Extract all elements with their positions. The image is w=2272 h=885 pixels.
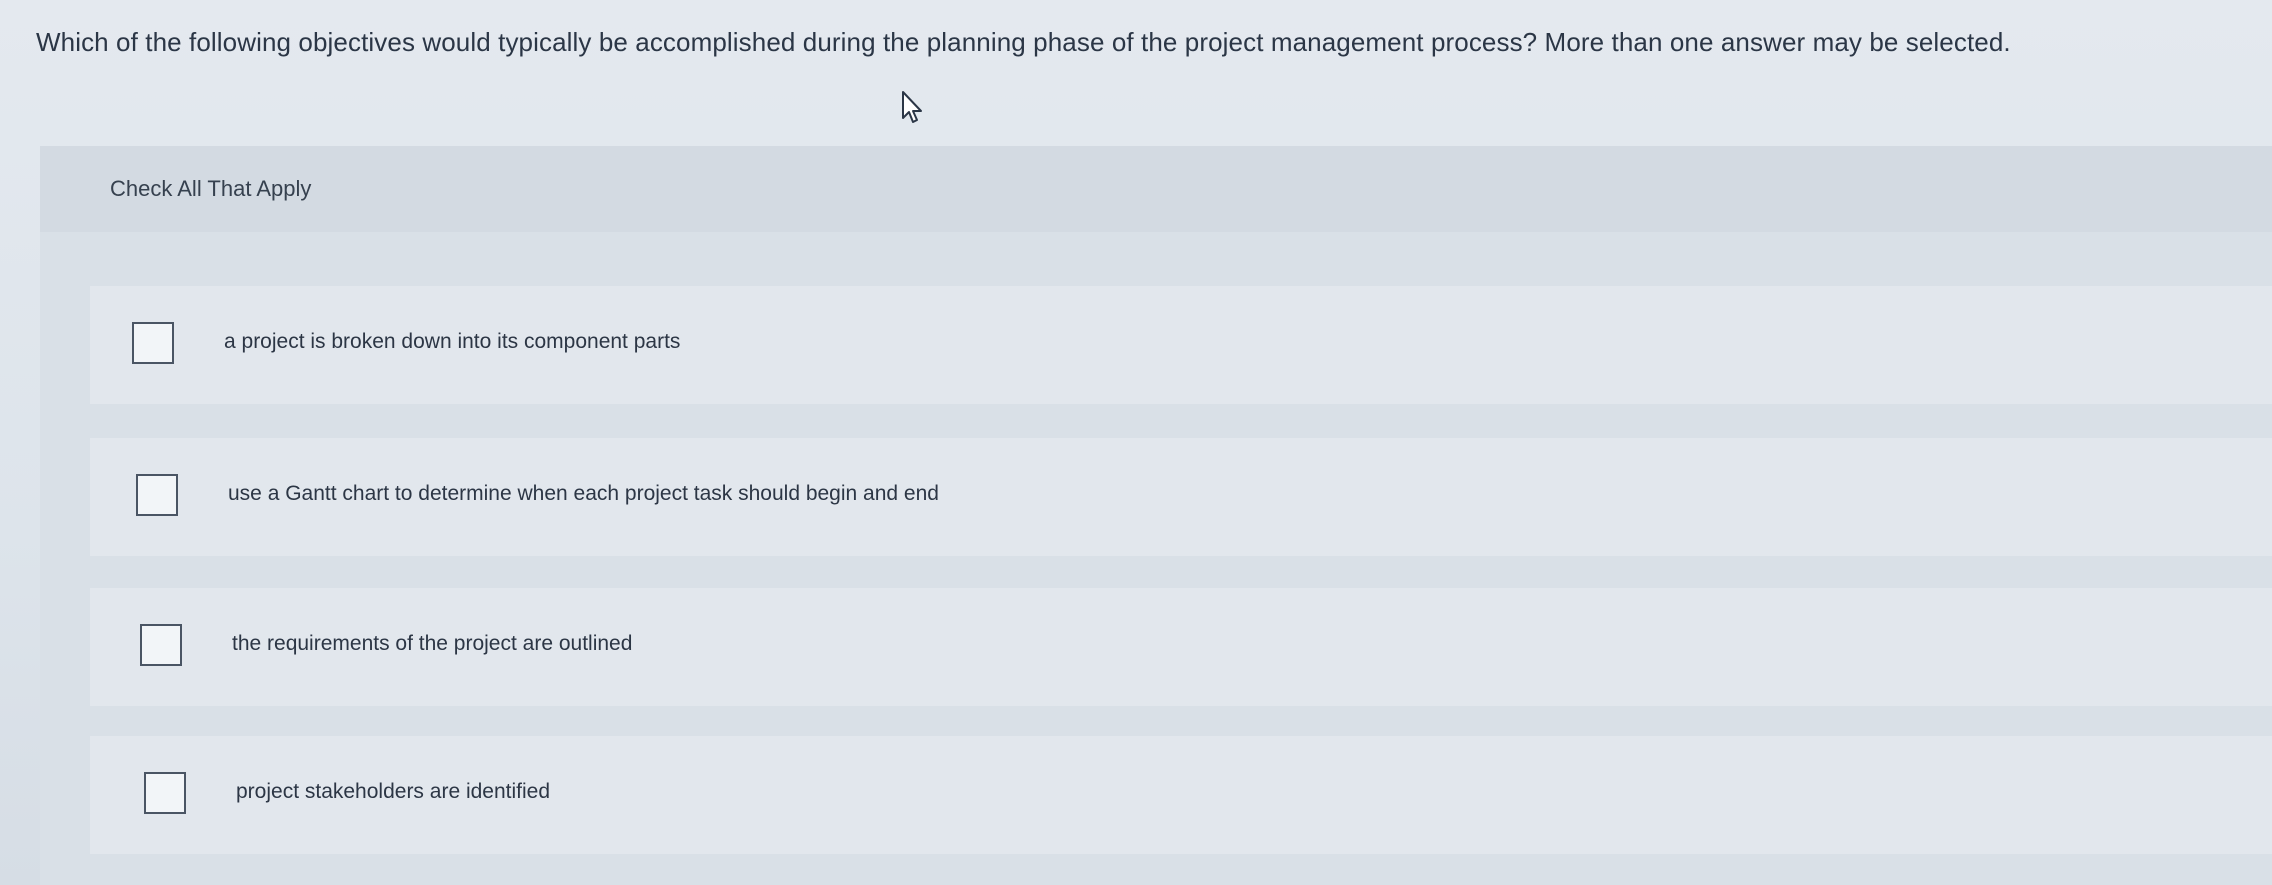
option-checkbox[interactable] — [144, 772, 186, 814]
answer-panel: Check All That Apply a project is broken… — [40, 146, 2272, 885]
answer-option[interactable]: a project is broken down into its compon… — [90, 286, 2272, 404]
option-checkbox[interactable] — [140, 624, 182, 666]
check-all-instruction: Check All That Apply — [110, 176, 312, 201]
option-label[interactable]: project stakeholders are identified — [236, 778, 550, 806]
question-text: Which of the following objectives would … — [36, 27, 2011, 57]
option-label[interactable]: the requirements of the project are outl… — [232, 630, 632, 658]
option-label[interactable]: use a Gantt chart to determine when each… — [228, 480, 939, 508]
option-checkbox[interactable] — [132, 322, 174, 364]
option-checkbox[interactable] — [136, 474, 178, 516]
panel-header: Check All That Apply — [40, 146, 2272, 232]
mouse-pointer-icon — [902, 91, 922, 123]
answer-option[interactable]: the requirements of the project are outl… — [90, 588, 2272, 706]
answer-option[interactable]: project stakeholders are identified — [90, 736, 2272, 854]
answer-option[interactable]: use a Gantt chart to determine when each… — [90, 438, 2272, 556]
option-label[interactable]: a project is broken down into its compon… — [224, 328, 680, 356]
